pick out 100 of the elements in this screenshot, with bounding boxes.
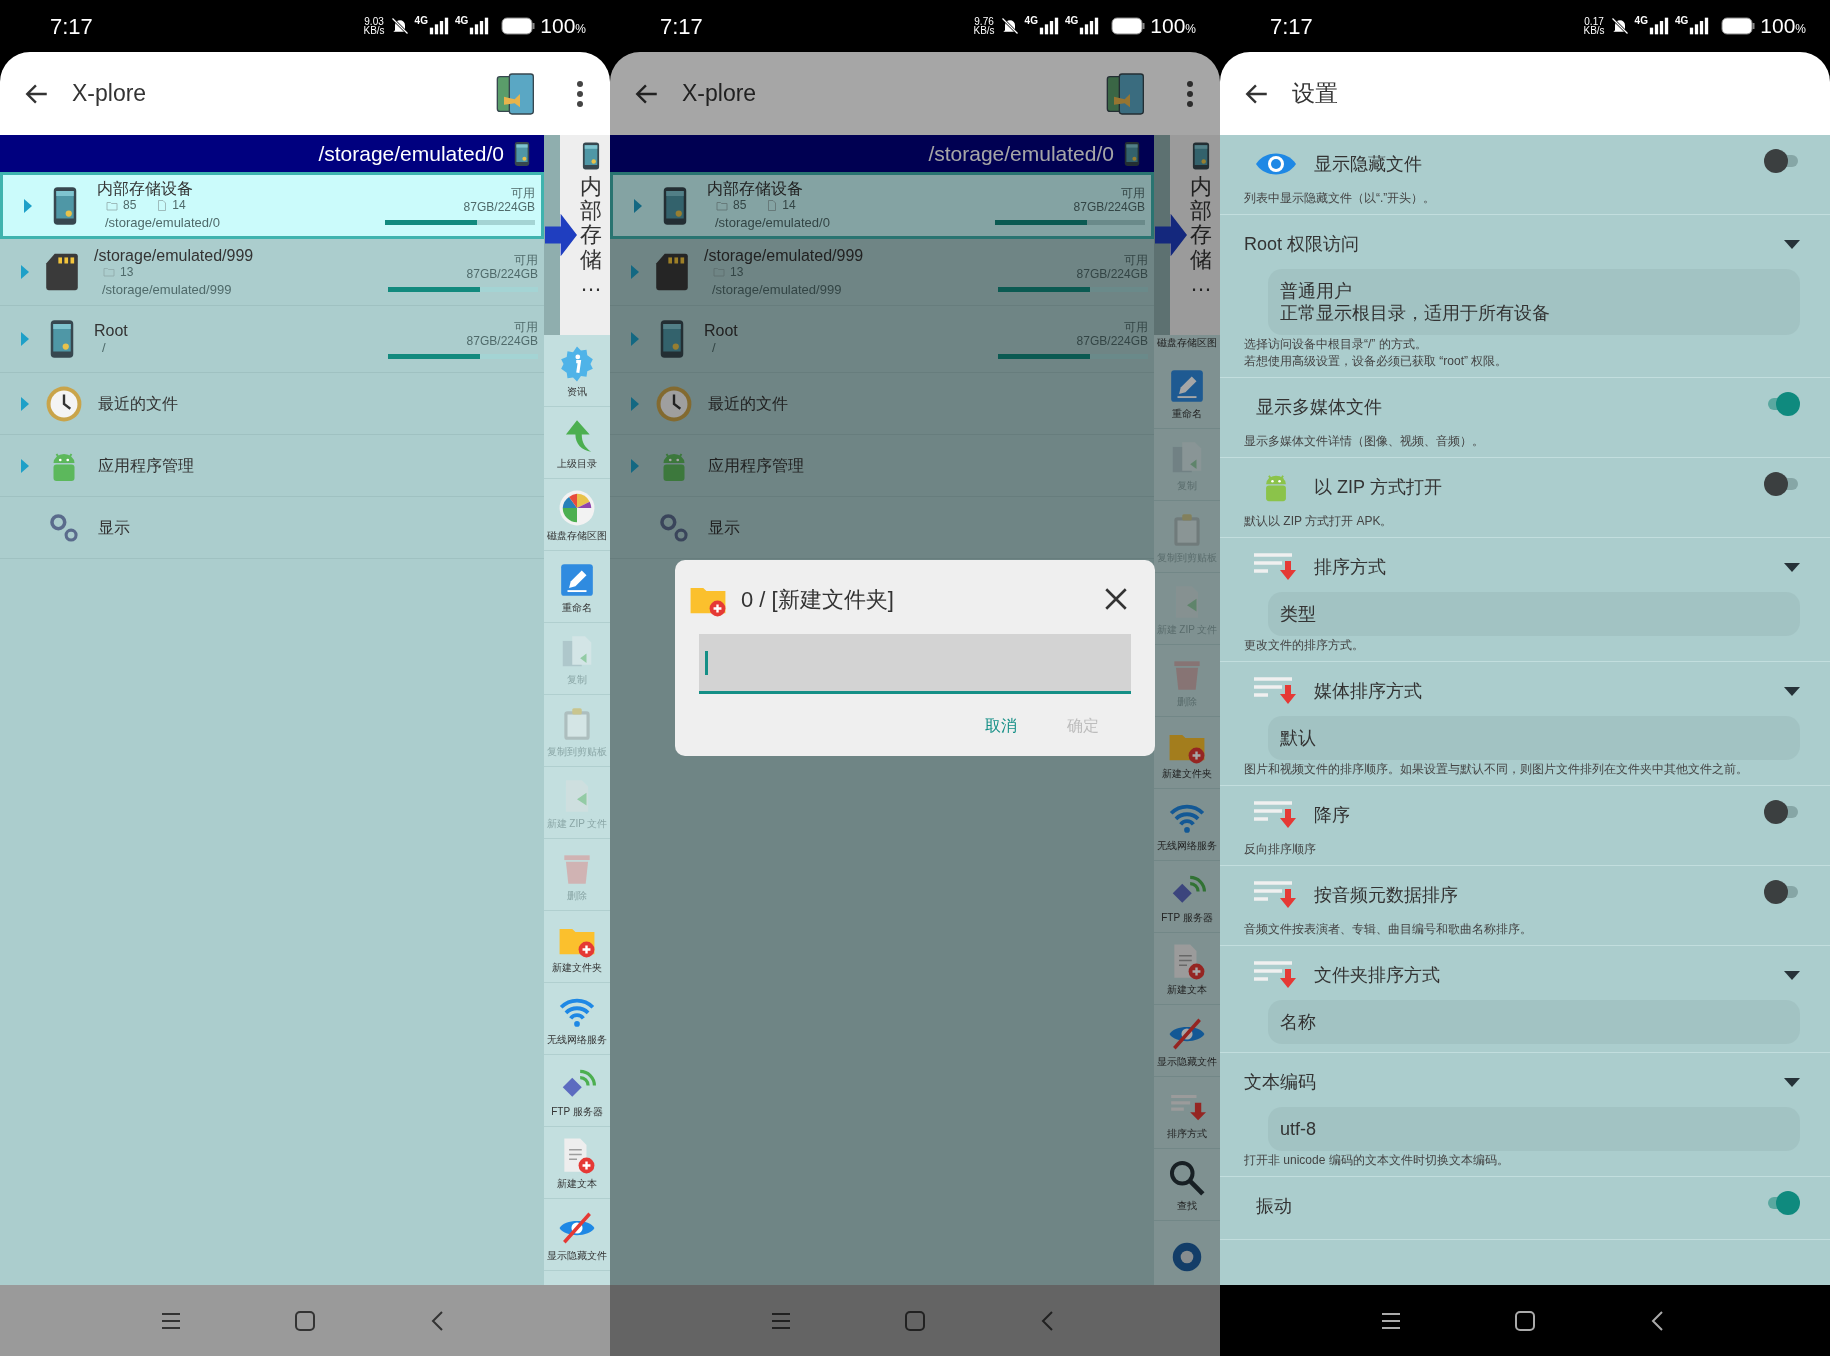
storage-path: /storage/emulated/999 <box>711 280 843 298</box>
toggle-switch[interactable] <box>1764 799 1800 824</box>
muted-bell-icon <box>389 16 410 36</box>
free-label: 可用 <box>1124 252 1148 267</box>
tool-button[interactable]: 新建文件夹 <box>544 911 610 983</box>
storage-side-tab[interactable]: 内部存储… <box>560 135 610 335</box>
setting-value-field[interactable]: utf-8 <box>1268 1107 1800 1151</box>
free-label: 可用 <box>511 186 535 200</box>
storage-side-tab[interactable]: 内部存储… <box>1170 135 1220 335</box>
row-label: 最近的文件 <box>708 393 788 414</box>
dropdown-caret-icon <box>1784 686 1800 696</box>
storage-name: Root <box>704 322 738 339</box>
dialog-button[interactable]: 取消 <box>973 708 1029 744</box>
settings-item[interactable]: 排序方式 类型 更改文件的排序方式。 <box>1220 538 1830 662</box>
setting-title: 排序方式 <box>1314 555 1386 579</box>
folder-row[interactable]: 应用程序管理 <box>610 435 1154 497</box>
sort-icon <box>1254 552 1298 582</box>
side-tab-label: 内部存储… <box>1190 175 1212 296</box>
settings-item[interactable]: 按音频元数据排序 音频文件按表演者、专辑、曲目编号和歌曲名称排序。 <box>1220 866 1830 946</box>
tool-button[interactable]: 新建文本 <box>544 1127 610 1199</box>
setting-title: 媒体排序方式 <box>1314 679 1422 703</box>
status-time: 7:17 <box>1270 12 1313 41</box>
network-type: 4G <box>414 16 428 26</box>
storage-row[interactable]: Root / 可用 87GB/224GB <box>0 306 544 373</box>
storage-row[interactable]: 内部存储设备 85 14 /storage/emulated/0 可用 87GB/224GB <box>0 172 544 239</box>
search-icon <box>1168 1158 1206 1197</box>
storage-path: / <box>101 339 107 356</box>
expand-triangle-icon <box>20 395 30 412</box>
folder-row[interactable]: 最近的文件 <box>0 373 544 435</box>
storage-size: 87GB/224GB <box>1076 333 1148 348</box>
storage-row[interactable]: /storage/emulated/999 13 /storage/emulated/999 可用 87GB/224GB <box>0 239 544 306</box>
free-label: 可用 <box>514 319 538 334</box>
row-label: 显示 <box>98 517 130 538</box>
storage-name: /storage/emulated/999 <box>94 246 254 264</box>
toggle-switch[interactable] <box>1764 879 1800 904</box>
home-square-icon <box>1513 1308 1537 1333</box>
folder-name-input[interactable] <box>699 634 1131 694</box>
storage-row[interactable]: /storage/emulated/999 13 /storage/emulated/999 可用 87GB/224GB <box>610 239 1154 306</box>
toggle-switch[interactable] <box>1764 148 1800 173</box>
app-bar-title: X-plore <box>682 79 757 109</box>
settings-item[interactable]: 振动 <box>1220 1177 1830 1240</box>
sort-icon <box>1254 960 1298 990</box>
setting-description: 默认以 ZIP 方式打开 APK。 <box>1244 514 1394 529</box>
folder-row[interactable]: 最近的文件 <box>610 373 1154 435</box>
settings-item[interactable]: 以 ZIP 方式打开 默认以 ZIP 方式打开 APK。 <box>1220 458 1830 538</box>
settings-item[interactable]: 文件夹排序方式 名称 <box>1220 946 1830 1053</box>
home-square-icon <box>293 1308 317 1333</box>
setting-value: 名称 <box>1280 1011 1317 1033</box>
settings-item[interactable]: 显示多媒体文件 显示多媒体文件详情（图像、视频、音频）。 <box>1220 378 1830 458</box>
free-label: 可用 <box>1121 186 1145 200</box>
setting-title: 显示隐藏文件 <box>1314 152 1422 176</box>
folder-count: 85 <box>123 197 137 214</box>
network-type: 4G <box>1634 16 1648 26</box>
dropdown-caret-icon <box>1784 562 1800 572</box>
setting-description: 显示多媒体文件详情（图像、视频、音频）。 <box>1244 434 1485 449</box>
setting-value-field[interactable]: 普通用户 正常显示根目录，适用于所有设备 <box>1268 269 1800 335</box>
expand-triangle-icon <box>20 264 30 280</box>
network-type: 4G <box>1674 16 1689 26</box>
storage-row[interactable]: Root / 可用 87GB/224GB <box>610 306 1154 373</box>
setting-value-field[interactable]: 类型 <box>1268 592 1800 636</box>
storage-name: Root <box>94 322 128 339</box>
setting-title: 显示多媒体文件 <box>1256 395 1382 419</box>
network-speed: 9.76 <box>974 17 994 26</box>
settings-item[interactable]: 降序 反向排序顺序 <box>1220 786 1830 866</box>
setting-title: 振动 <box>1256 1194 1292 1218</box>
setting-value-field[interactable]: 名称 <box>1268 1000 1800 1044</box>
settings-item[interactable]: 文本编码 utf-8 打开非 unicode 编码的文本文件时切换文本编码。 <box>1220 1053 1830 1177</box>
folder-row[interactable]: 应用程序管理 <box>0 435 544 497</box>
network-speed: 0.17 <box>1584 17 1604 26</box>
folder-row[interactable]: 显示 <box>0 497 544 559</box>
tool-button[interactable]: 新建文本 <box>1154 933 1220 1005</box>
setting-description: 更改文件的排序方式。 <box>1244 638 1365 653</box>
tool-button[interactable]: 重命名 <box>1154 357 1220 429</box>
dropdown-caret-icon <box>1784 239 1800 249</box>
storage-path: /storage/emulated/0 <box>104 214 220 231</box>
storage-size: 87GB/224GB <box>1073 200 1145 214</box>
dropdown-caret-icon <box>1784 970 1800 980</box>
signal-icon <box>1037 16 1060 36</box>
network-speed-unit: KB/s <box>363 26 385 35</box>
toggle-switch[interactable] <box>1764 471 1800 496</box>
storage-row[interactable]: 内部存储设备 85 14 /storage/emulated/0 可用 87GB/224GB <box>610 172 1154 239</box>
tool-button[interactable]: 磁盘存储区图 <box>544 479 610 551</box>
file-count: 14 <box>172 197 186 214</box>
settings-item[interactable]: 显示隐藏文件 列表中显示隐藏文件（以“.”开头）。 <box>1220 135 1830 215</box>
setting-description: 选择访问设备中根目录“/” 的方式。 <box>1244 337 1428 352</box>
app-bar-title: X-plore <box>72 79 147 109</box>
status-time: 7:17 <box>50 12 93 41</box>
tool-button[interactable]: 资讯 <box>544 335 610 407</box>
battery-icon <box>501 16 536 36</box>
settings-item[interactable]: Root 权限访问 普通用户 正常显示根目录，适用于所有设备 选择访问设备中根目录“/” 的方式。 若想使用高级设置，设备必须已获取 “root” 权限。 <box>1220 215 1830 378</box>
storage-size: 87GB/224GB <box>466 333 538 348</box>
network-speed-unit: KB/s <box>973 26 995 35</box>
settings-item[interactable]: 媒体排序方式 默认 图片和视频文件的排序顺序。如果设置与默认不同，则图片文件排列在文件夹中其他文件之前。 <box>1220 662 1830 786</box>
folder-row[interactable]: 显示 <box>610 497 1154 559</box>
row-label: 应用程序管理 <box>98 455 194 476</box>
close-button[interactable] <box>1103 586 1129 612</box>
setting-value-field[interactable]: 默认 <box>1268 716 1800 760</box>
setting-title: 文件夹排序方式 <box>1314 963 1440 987</box>
phone-icon <box>659 319 685 359</box>
tool-button[interactable]: 重命名 <box>544 551 610 623</box>
